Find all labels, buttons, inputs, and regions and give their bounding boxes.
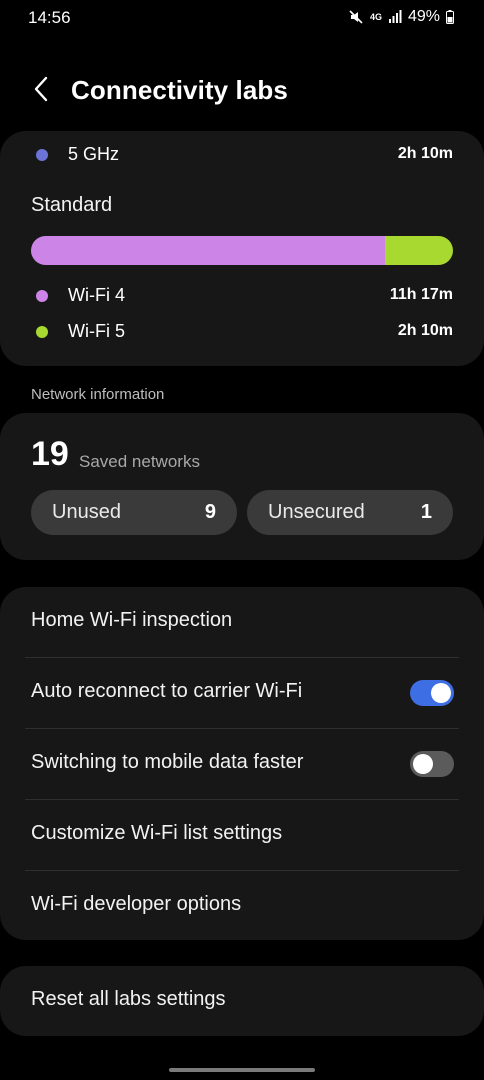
unsecured-label: Unsecured — [268, 501, 365, 523]
auto-reconnect-toggle[interactable] — [410, 680, 454, 706]
unsecured-networks-button[interactable]: Unsecured 1 — [247, 490, 453, 535]
setting-label: Auto reconnect to carrier Wi-Fi — [31, 680, 303, 702]
usage-bar-segment — [385, 236, 453, 265]
toggle-knob — [413, 754, 433, 774]
legend-wifi5: Wi-Fi 5 2h 10m — [0, 318, 484, 346]
reset-labs-settings-button[interactable]: Reset all labs settings — [0, 966, 484, 1036]
page-title: Connectivity labs — [71, 75, 288, 105]
network-type-label: 4G — [369, 11, 382, 22]
legend-label: 5 GHz — [68, 144, 120, 164]
legend-label: Wi-Fi 5 — [68, 321, 125, 341]
signal-icon — [388, 10, 402, 24]
legend-dot — [36, 149, 48, 161]
section-title-network-info: Network information — [31, 386, 165, 403]
status-bar: 14:56 4G 49% — [0, 0, 484, 36]
legend-wifi4: Wi-Fi 4 11h 17m — [0, 282, 484, 310]
switch-mobile-data-item[interactable]: Switching to mobile data faster — [0, 729, 484, 799]
legend-value: 11h 17m — [389, 286, 453, 303]
unused-networks-button[interactable]: Unused 9 — [31, 490, 237, 535]
battery-percent: 49% — [407, 8, 440, 25]
setting-label: Wi-Fi developer options — [31, 893, 242, 915]
usage-card: 5 GHz 2h 10m Standard Wi-Fi 4 11h 17m Wi… — [0, 131, 484, 366]
customize-wifi-list-item[interactable]: Customize Wi-Fi list settings — [0, 800, 484, 870]
back-button[interactable] — [24, 74, 58, 108]
settings-card: Home Wi-Fi inspection Auto reconnect to … — [0, 587, 484, 940]
status-time: 14:56 — [28, 8, 71, 27]
usage-bar-segment — [31, 236, 386, 265]
setting-label: Home Wi-Fi inspection — [31, 609, 233, 631]
wifi-developer-options-item[interactable]: Wi-Fi developer options — [0, 871, 484, 941]
legend-5ghz: 5 GHz 2h 10m — [0, 141, 484, 169]
home-indicator[interactable] — [169, 1068, 315, 1072]
home-wifi-inspection-item[interactable]: Home Wi-Fi inspection — [0, 587, 484, 657]
saved-networks-count: 19 — [31, 435, 69, 473]
battery-icon — [446, 10, 454, 24]
legend-value: 2h 10m — [397, 145, 453, 162]
toggle-knob — [431, 683, 451, 703]
chevron-left-icon — [32, 76, 50, 107]
switch-mobile-data-toggle[interactable] — [410, 751, 454, 777]
legend-dot — [36, 290, 48, 302]
legend-label: Wi-Fi 4 — [68, 285, 125, 305]
network-info-card: 19 Saved networks Unused 9 Unsecured 1 — [0, 413, 484, 560]
setting-label: Customize Wi-Fi list settings — [31, 822, 283, 844]
setting-label: Reset all labs settings — [31, 988, 226, 1010]
unused-label: Unused — [52, 501, 121, 523]
usage-bar — [31, 236, 453, 265]
status-icons: 4G 49% — [348, 8, 454, 26]
unsecured-count: 1 — [420, 501, 432, 523]
unused-count: 9 — [204, 501, 216, 523]
legend-dot — [36, 326, 48, 338]
setting-label: Switching to mobile data faster — [31, 751, 304, 773]
mute-icon — [348, 9, 364, 25]
saved-networks-caption: Saved networks — [79, 452, 200, 471]
legend-value: 2h 10m — [397, 322, 453, 339]
auto-reconnect-item[interactable]: Auto reconnect to carrier Wi-Fi — [0, 658, 484, 728]
standard-title: Standard — [31, 194, 113, 216]
reset-card: Reset all labs settings — [0, 966, 484, 1036]
page-header: Connectivity labs — [0, 68, 484, 114]
